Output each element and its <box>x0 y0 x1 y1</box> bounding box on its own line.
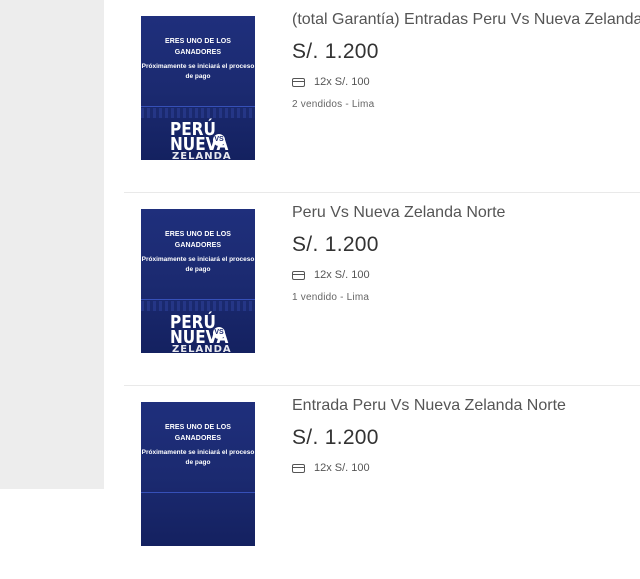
thumbnail-line2: Próximamente se iniciará el proceso de p… <box>141 63 255 80</box>
left-sidebar <box>0 0 105 489</box>
listing-title[interactable]: (total Garantía) Entradas Peru Vs Nueva … <box>292 11 640 29</box>
thumbnail-message: ERES UNO DE LOS GANADORES Próximamente s… <box>141 36 255 82</box>
thumbnail-line2: Próximamente se iniciará el proceso de p… <box>141 256 255 273</box>
listing-sold-location: 1 vendido - Lima <box>292 292 370 303</box>
listing-installments: 12x S/. 100 <box>292 269 370 281</box>
listing-title[interactable]: Entrada Peru Vs Nueva Zelanda Norte <box>292 397 566 415</box>
credit-card-icon <box>292 77 305 87</box>
listing-title[interactable]: Peru Vs Nueva Zelanda Norte <box>292 204 505 222</box>
thumbnail-divider <box>141 492 255 493</box>
thumbnail-zelanda-text: ZELANDA <box>172 151 232 161</box>
listing-price: S/. 1.200 <box>292 40 379 63</box>
listing-sold-location: 2 vendidos - Lima <box>292 99 375 110</box>
listing-thumbnail[interactable]: ERES UNO DE LOS GANADORES Próximamente s… <box>141 16 255 160</box>
thumbnail-crowd-stripes <box>141 108 255 118</box>
credit-card-icon <box>292 463 305 473</box>
thumbnail-line2: Próximamente se iniciará el proceso de p… <box>141 449 255 466</box>
thumbnail-vs-badge: VS <box>213 327 225 339</box>
listing-price: S/. 1.200 <box>292 233 379 256</box>
thumbnail-crowd-stripes <box>141 301 255 311</box>
thumbnail-message: ERES UNO DE LOS GANADORES Próximamente s… <box>141 229 255 275</box>
thumbnail-line1: ERES UNO DE LOS GANADORES <box>164 38 232 56</box>
thumbnail-line1: ERES UNO DE LOS GANADORES <box>164 424 232 442</box>
listing-thumbnail[interactable]: ERES UNO DE LOS GANADORES Próximamente s… <box>141 402 255 546</box>
listing-card[interactable]: ERES UNO DE LOS GANADORES Próximamente s… <box>104 0 640 193</box>
thumbnail-line1: ERES UNO DE LOS GANADORES <box>164 231 232 249</box>
installments-text: 12x S/. 100 <box>314 76 370 88</box>
listing-price: S/. 1.200 <box>292 426 379 449</box>
thumbnail-message: ERES UNO DE LOS GANADORES Próximamente s… <box>141 422 255 468</box>
listing-card[interactable]: ERES UNO DE LOS GANADORES Próximamente s… <box>104 193 640 386</box>
credit-card-icon <box>292 270 305 280</box>
listing-card[interactable]: ERES UNO DE LOS GANADORES Próximamente s… <box>104 386 640 579</box>
listing-thumbnail[interactable]: ERES UNO DE LOS GANADORES Próximamente s… <box>141 209 255 353</box>
thumbnail-vs-badge: VS <box>213 134 225 146</box>
listing-installments: 12x S/. 100 <box>292 76 370 88</box>
installments-text: 12x S/. 100 <box>314 462 370 474</box>
thumbnail-divider <box>141 299 255 300</box>
thumbnail-zelanda-text: ZELANDA <box>172 344 232 354</box>
installments-text: 12x S/. 100 <box>314 269 370 281</box>
thumbnail-divider <box>141 106 255 107</box>
listing-installments: 12x S/. 100 <box>292 462 370 474</box>
